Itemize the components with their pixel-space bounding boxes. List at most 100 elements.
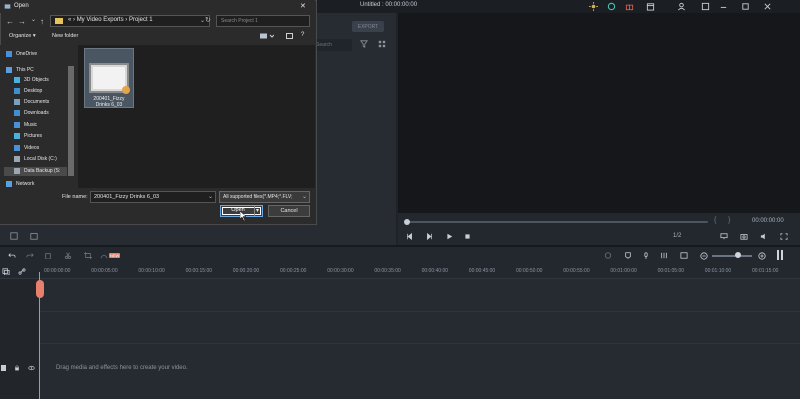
help-icon[interactable]: ? (301, 32, 304, 38)
back-arrow-icon[interactable]: ← (6, 17, 14, 26)
tree-item-label: Documents (24, 99, 50, 105)
step-back-icon[interactable] (406, 233, 413, 240)
new-folder-button[interactable]: New folder (52, 33, 78, 39)
minimize-icon[interactable] (718, 1, 729, 12)
stop-icon[interactable] (464, 233, 471, 240)
audio-mixer-icon[interactable] (660, 252, 668, 259)
pause-icon[interactable] (777, 250, 783, 260)
snapshot-icon[interactable] (740, 233, 748, 240)
tree-item-icon (6, 181, 12, 187)
monitor-icon[interactable] (720, 233, 728, 240)
volume-icon[interactable] (760, 233, 768, 240)
tree-item[interactable]: Local Disk (C:) (14, 156, 57, 162)
step-forward-icon[interactable] (426, 233, 433, 240)
maximize-icon[interactable] (740, 1, 751, 12)
chevron-down-icon[interactable]: ⌄ (208, 193, 213, 200)
recent-locations-icon[interactable]: ⌄ (31, 16, 36, 23)
breadcrumb[interactable]: « › My Video Exports › Project 1 (68, 17, 153, 23)
tree-item-icon (6, 51, 12, 57)
refresh-icon[interactable]: ↻ (205, 16, 211, 24)
tree-item-icon (14, 145, 20, 151)
tree-item-icon (14, 88, 20, 94)
dialog-close-button[interactable]: ✕ (300, 2, 306, 10)
breadcrumb-prefix[interactable]: « (68, 17, 71, 23)
open-split-divider (254, 206, 255, 216)
shop-icon[interactable] (645, 1, 656, 12)
open-options-dropdown[interactable]: ▾ (256, 207, 259, 214)
open-button-label: Open (231, 207, 245, 213)
timeline-tracks[interactable] (0, 279, 800, 399)
tree-item[interactable]: Music (14, 122, 37, 128)
cancel-button[interactable]: Cancel (268, 205, 310, 217)
add-track-icon[interactable] (10, 232, 18, 240)
search-input[interactable]: Search Project 1 (216, 15, 310, 27)
fullscreen-icon[interactable] (780, 233, 788, 240)
add-track-manager-icon[interactable] (2, 268, 10, 275)
tree-item-icon (14, 133, 20, 139)
tree-item-label: Pictures (24, 133, 43, 139)
breadcrumb-sep: › (73, 17, 76, 23)
media-search-input[interactable]: Search (312, 39, 352, 51)
tree-item[interactable]: Documents (14, 99, 49, 105)
change-view-icon[interactable] (260, 33, 274, 39)
tree-item[interactable]: OneDrive (6, 51, 37, 57)
tree-item[interactable]: 3D Objects (14, 77, 49, 83)
timeline-zoom-slider[interactable] (712, 255, 752, 257)
delete-icon[interactable] (44, 252, 52, 259)
timeline-zoom-knob[interactable] (735, 252, 741, 258)
nav-scroll-thumb[interactable] (68, 66, 74, 176)
tree-item[interactable]: Pictures (14, 133, 42, 139)
organize-menu[interactable]: Organize ▾ (9, 33, 36, 39)
mark-out-bracket[interactable]: } (728, 217, 730, 224)
crop-icon[interactable] (84, 252, 92, 259)
filter-icon[interactable] (360, 40, 368, 48)
mark-in-bracket[interactable]: { (714, 217, 716, 224)
save-icon[interactable] (700, 1, 711, 12)
tree-item[interactable]: Desktop (14, 88, 42, 94)
tree-item[interactable]: Videos (14, 145, 39, 151)
voiceover-icon[interactable] (680, 252, 688, 259)
playhead-handle[interactable] (36, 280, 44, 298)
preview-pane-icon[interactable] (286, 33, 293, 39)
redo-icon[interactable] (26, 252, 34, 259)
link-icon[interactable] (18, 268, 26, 275)
tree-item-icon (14, 168, 20, 174)
marker-icon[interactable] (624, 252, 632, 259)
tree-item[interactable]: Downloads (14, 110, 49, 116)
speed-new-tool[interactable]: NEW (100, 251, 122, 260)
gift-icon[interactable] (624, 1, 635, 12)
breadcrumb-item[interactable]: Project 1 (129, 17, 153, 23)
undo-icon[interactable] (8, 252, 16, 259)
tree-item-label: OneDrive (16, 51, 38, 57)
user-icon[interactable] (676, 1, 687, 12)
zoom-out-icon[interactable] (700, 252, 708, 260)
breadcrumb-item[interactable]: My Video Exports (77, 17, 124, 23)
forward-arrow-icon[interactable]: → (18, 17, 26, 26)
playback-knob[interactable] (404, 219, 410, 225)
grid-view-icon[interactable] (378, 40, 386, 48)
tree-item[interactable]: Network (6, 181, 34, 187)
up-arrow-icon[interactable]: ↑ (40, 17, 44, 26)
sun-icon[interactable] (588, 1, 599, 12)
cut-icon[interactable] (64, 252, 72, 259)
folder-icon[interactable] (30, 232, 38, 240)
tree-item-icon (14, 110, 20, 116)
zoom-in-icon[interactable] (758, 252, 766, 260)
track-headers (0, 279, 40, 399)
file-name-field[interactable]: 200401_Fizzy Drinks 6_03 (90, 191, 216, 203)
playback-progress-bar[interactable] (406, 221, 708, 223)
preview-zoom-select[interactable]: 1/2 (673, 233, 681, 239)
lock-icon[interactable] (14, 365, 20, 371)
close-app-icon[interactable] (762, 1, 773, 12)
sync-icon[interactable] (606, 1, 617, 12)
visibility-icon[interactable] (28, 365, 35, 371)
tree-item[interactable]: This PC (6, 67, 34, 73)
tree-item[interactable]: Data Backup (S: (14, 168, 60, 174)
file-type-select[interactable]: All supported files(*.MP4;*.FLV; (219, 191, 310, 203)
render-icon[interactable] (604, 252, 612, 259)
project-title: Untitled : 00:00:00:00 (360, 2, 418, 8)
export-button[interactable]: EXPORT (352, 21, 384, 32)
chevron-down-icon[interactable]: ⌄ (302, 193, 307, 200)
play-icon[interactable] (446, 233, 453, 240)
microphone-icon[interactable] (642, 252, 650, 259)
